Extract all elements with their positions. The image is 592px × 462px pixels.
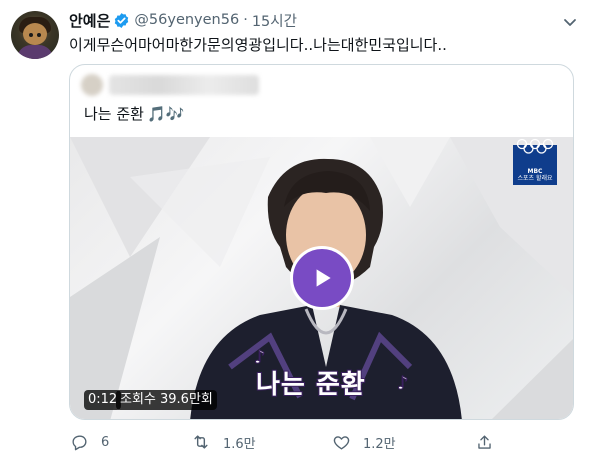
tweet-header: 안예은 @56yenyen56 · 15시간 — [69, 9, 297, 31]
timestamp[interactable]: 15시간 — [252, 10, 297, 31]
like-count: 1.2만 — [363, 436, 396, 452]
share-icon — [474, 432, 494, 452]
like-icon — [331, 432, 351, 452]
quoted-avatar-blurred — [81, 74, 103, 96]
reply-count: 6 — [101, 434, 110, 450]
retweet-button[interactable]: 1.6만 — [191, 430, 256, 454]
video-caption: 나는 준환 — [255, 369, 366, 401]
avatar[interactable] — [11, 11, 59, 59]
broadcaster-name: MBC — [527, 168, 543, 175]
avatar-eye — [29, 33, 33, 37]
video-view-count: 조회수 39.6만회 — [116, 390, 217, 410]
music-notes-emoji: 🎵🎶 — [146, 104, 185, 123]
quoted-text: 나는 준환 — [84, 105, 144, 123]
play-icon — [316, 269, 331, 287]
quoted-text-row: 나는 준환 🎵🎶 — [84, 103, 184, 124]
separator-dot: · — [243, 12, 248, 28]
more-caret-icon[interactable] — [560, 12, 580, 32]
play-button[interactable] — [290, 246, 354, 310]
caption-note-right: ♪ — [397, 373, 409, 395]
retweet-icon — [191, 432, 211, 452]
reply-icon — [69, 432, 89, 452]
tweet-text: 이게무슨어마어마한가문의영광입니다..나는대한민국입니다.. — [69, 36, 447, 54]
quoted-author-blurred — [81, 71, 271, 99]
retweet-count: 1.6만 — [223, 436, 256, 452]
video-player[interactable]: MBC 스포츠 할래요 ♪ 나는 준환 ♪ 0:12 조회수 39.6만회 — [70, 137, 573, 419]
display-name[interactable]: 안예은 — [69, 10, 110, 31]
reply-button[interactable]: 6 — [69, 430, 109, 454]
user-handle[interactable]: @56yenyen56 — [134, 12, 239, 28]
avatar-eye — [37, 33, 41, 37]
avatar-face — [23, 23, 47, 45]
like-button[interactable]: 1.2만 — [331, 430, 396, 454]
avatar-body — [17, 45, 53, 59]
share-button[interactable] — [474, 430, 494, 454]
tweet-actions: 6 1.6만 1.2만 — [69, 430, 574, 454]
verified-badge-icon — [113, 12, 130, 29]
broadcaster-program: 스포츠 할래요 — [517, 175, 553, 182]
olympic-rings-icon — [514, 138, 556, 158]
quoted-name-blurred — [109, 75, 259, 95]
quoted-tweet[interactable]: 나는 준환 🎵🎶 MBC 스포츠 할래요 ♪ 나는 준환 ♪ 0:12 조회수 … — [69, 64, 574, 420]
